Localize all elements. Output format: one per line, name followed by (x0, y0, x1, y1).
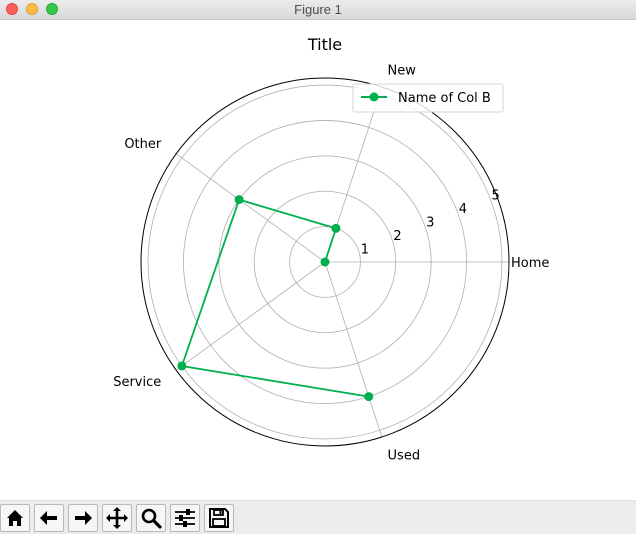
window-title: Figure 1 (294, 2, 342, 17)
data-point-other (234, 195, 244, 205)
category-label-used: Used (388, 448, 421, 463)
radar-chart: Title Home New Other Service Used 1 2 3 4 5 Name… (113, 35, 549, 463)
sliders-icon (175, 509, 195, 527)
data-point-service (177, 361, 187, 371)
legend-label: Name of Col B (398, 91, 491, 106)
pan-button[interactable] (102, 504, 132, 532)
legend-marker-swatch (369, 92, 379, 102)
radial-tick-label-3: 3 (426, 215, 434, 230)
grid-spoke-used (324, 261, 383, 438)
data-point-home (320, 257, 330, 267)
category-label-other: Other (124, 137, 162, 152)
chart-title: Title (307, 35, 342, 54)
back-button[interactable] (34, 504, 64, 532)
move-arrows-icon (106, 507, 128, 529)
category-label-service: Service (113, 375, 161, 390)
arrow-right-icon (75, 511, 92, 525)
title-bar: Figure 1 (0, 0, 636, 20)
data-point-new (331, 223, 341, 233)
legend: Name of Col B (352, 83, 504, 113)
home-icon (7, 510, 23, 526)
radial-tick-label-2: 2 (393, 229, 401, 244)
home-button[interactable] (0, 504, 30, 532)
radial-tick-label-5: 5 (491, 188, 499, 203)
category-label-home: Home (511, 256, 549, 271)
magnifier-icon (141, 508, 162, 529)
floppy-disk-icon (209, 508, 229, 528)
configure-subplots-button[interactable] (170, 504, 200, 532)
data-point-used (364, 392, 374, 402)
navigation-toolbar (0, 500, 636, 534)
radial-tick-label-4: 4 (459, 202, 467, 217)
radial-tick-label-1: 1 (361, 242, 369, 257)
save-button[interactable] (204, 504, 234, 532)
arrow-left-icon (40, 511, 57, 525)
figure-window: Figure 1 Title Home New Other Service Used 1… (0, 0, 636, 534)
figure-canvas: Title Home New Other Service Used 1 2 3 4 5 Name… (0, 20, 636, 500)
grid-spoke-other (175, 153, 326, 263)
category-label-new: New (388, 64, 417, 79)
zoom-button[interactable] (136, 504, 166, 532)
forward-button[interactable] (68, 504, 98, 532)
